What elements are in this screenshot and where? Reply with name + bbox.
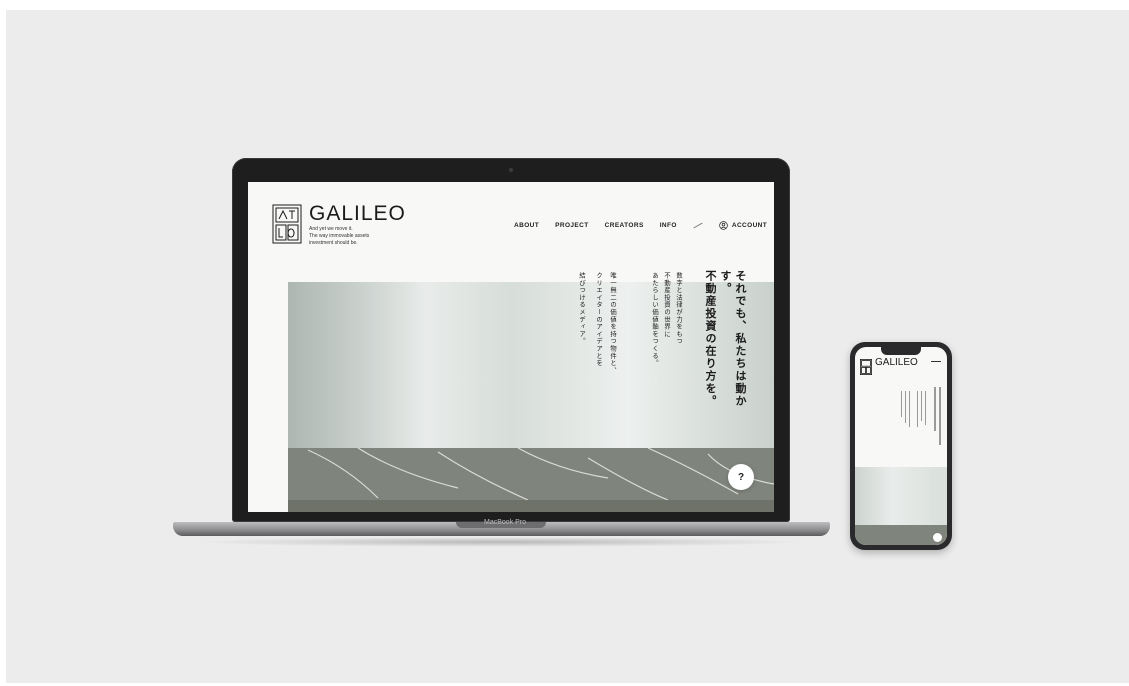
phone-body-line — [917, 391, 918, 427]
tagline-line: And yet we move it. — [309, 226, 353, 232]
phone-body-line — [925, 391, 926, 425]
phone: GALILEO — [850, 342, 952, 550]
nav-info[interactable]: INFO — [660, 222, 677, 229]
hero-headline-2: 不動産投資の在り方を。 — [704, 270, 717, 408]
tagline-line: investment should be. — [309, 240, 358, 246]
hero-body-line: 唯一無二の価値を持つ物件と、 — [609, 272, 616, 375]
hero-body-line: クリエイターのアイデアとを — [595, 272, 602, 367]
help-button[interactable]: ? — [728, 464, 754, 490]
marble-counter — [288, 447, 774, 501]
marble-veins — [307, 447, 774, 501]
user-icon — [719, 221, 728, 230]
hero-body-line: 数字と法律が力をもつ — [675, 272, 682, 345]
account-label: ACCOUNT — [731, 222, 768, 229]
nav-about[interactable]: ABOUT — [514, 222, 539, 229]
phone-logo-wordmark[interactable]: GALILEO — [875, 357, 918, 368]
account-link[interactable]: ACCOUNT — [719, 221, 767, 230]
phone-screen: GALILEO — [855, 347, 947, 545]
logo-mark-icon[interactable] — [272, 204, 302, 244]
phone-logo-mark-icon[interactable] — [860, 359, 872, 375]
phone-body-line — [909, 391, 910, 427]
phone-headline-line — [939, 387, 941, 445]
hero-headline-1: それでも、私たちは動かす。 — [719, 270, 747, 408]
nav-project[interactable]: PROJECT — [555, 222, 589, 229]
logo-wordmark[interactable]: GALILEO — [309, 202, 406, 226]
nav-separator — [693, 222, 703, 229]
camera-icon — [509, 168, 513, 172]
hero-body-line: 結びつけるメディア。 — [578, 272, 585, 345]
hero-floor — [288, 500, 774, 512]
laptop-screen: GALILEO And yet we move it. The way immo… — [248, 182, 774, 512]
tagline: And yet we move it. The way immovable as… — [309, 226, 429, 247]
hero-image — [288, 282, 774, 512]
laptop: GALILEO And yet we move it. The way immo… — [232, 158, 790, 522]
main-nav: ABOUT PROJECT CREATORS INFO ACCOUNT — [514, 221, 767, 230]
laptop-shadow — [190, 537, 810, 547]
tagline-line: The way immovable assets — [309, 233, 370, 239]
laptop-label: MacBook Pro — [483, 519, 527, 526]
menu-icon[interactable] — [931, 361, 941, 362]
phone-help-button[interactable] — [933, 533, 942, 542]
phone-notch — [881, 347, 921, 355]
phone-hero-image — [855, 467, 947, 545]
hero-body-line: あたらしい価値軸をつくる。 — [651, 272, 658, 367]
nav-creators[interactable]: CREATORS — [605, 222, 644, 229]
phone-body-line — [905, 391, 906, 423]
phone-body-line — [901, 391, 902, 417]
phone-body-line — [921, 391, 922, 421]
phone-headline-line — [934, 387, 936, 431]
hero-body-line: 不動産投資の世界に — [663, 272, 670, 338]
